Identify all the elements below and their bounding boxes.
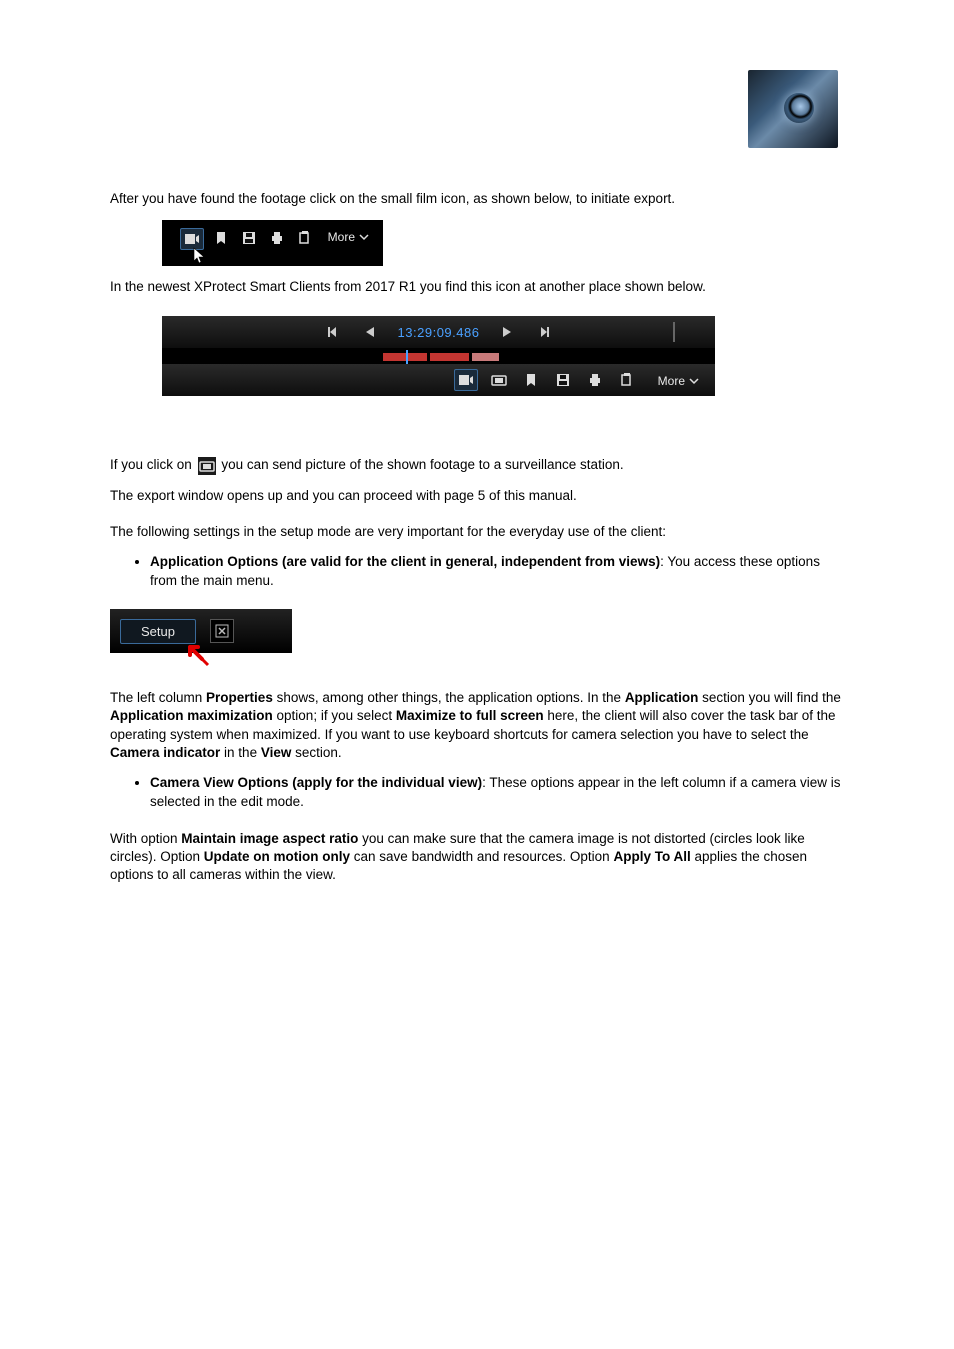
timeline-row[interactable] [162, 350, 715, 364]
li2-strong: Camera View Options (apply for the indiv… [150, 775, 482, 790]
paragraph-export-intro: After you have found the footage click o… [110, 190, 844, 208]
more-label-text-large: More [658, 374, 685, 388]
logo-image [748, 70, 838, 148]
save-icon-large[interactable] [552, 370, 574, 390]
setup-figure: Setup [110, 609, 292, 653]
paragraph-important-settings: The following settings in the setup mode… [110, 523, 844, 541]
p7b: Maintain image aspect ratio [181, 831, 358, 846]
more-label-text: More [328, 230, 355, 244]
red-arrow-icon [186, 643, 216, 673]
step-forward-icon[interactable] [535, 326, 549, 338]
p3-part1: If you click on [110, 457, 192, 472]
inline-send-picture-icon [198, 457, 216, 475]
p6k: in the [220, 745, 261, 760]
timeline-segment-2 [430, 353, 469, 361]
p6g: option; if you select [273, 708, 396, 723]
timeline-playhead[interactable] [406, 350, 408, 364]
step-back-icon[interactable] [328, 326, 342, 338]
save-icon[interactable] [238, 228, 260, 248]
film-export-icon[interactable] [180, 228, 204, 250]
paragraph-newest-client: In the newest XProtect Smart Clients fro… [110, 278, 844, 296]
play-back-icon[interactable] [364, 326, 376, 338]
print-icon-large[interactable] [584, 370, 606, 390]
p6m: section. [291, 745, 341, 760]
paragraph-aspect-ratio: With option Maintain image aspect ratio … [110, 830, 844, 885]
playback-bar-figure: 13:29:09.486 [162, 316, 715, 396]
copy-icon-large[interactable] [616, 370, 638, 390]
timeline-segment-1 [383, 353, 427, 361]
p7f: Apply To All [613, 849, 690, 864]
p6l: View [261, 745, 292, 760]
li1-strong: Application Options (are valid for the c… [150, 554, 660, 569]
p6f: Application maximization [110, 708, 273, 723]
copy-icon[interactable] [294, 228, 316, 248]
playback-controls-row: 13:29:09.486 [162, 316, 715, 350]
paragraph-export-window: The export window opens up and you can p… [110, 487, 844, 505]
p6h: Maximize to full screen [396, 708, 544, 723]
p3-part2: you can send picture of the shown footag… [221, 457, 623, 472]
p7a: With option [110, 831, 181, 846]
right-tick-mark [673, 322, 675, 342]
p6c: shows, among other things, the applicati… [273, 690, 625, 705]
close-button[interactable] [210, 619, 234, 643]
p6j: Camera indicator [110, 745, 220, 760]
setup-button[interactable]: Setup [120, 619, 196, 644]
bullet-camera-view-options: Camera View Options (apply for the indiv… [150, 774, 844, 812]
bookmark-icon[interactable] [210, 228, 232, 248]
playback-toolbar-row: More [162, 364, 715, 396]
paragraph-send-picture: If you click on you can send picture of … [110, 456, 844, 474]
more-button-small[interactable]: More [328, 228, 373, 244]
play-forward-icon[interactable] [501, 326, 513, 338]
p6b: Properties [206, 690, 273, 705]
p7d: Update on motion only [204, 849, 350, 864]
film-export-icon-large[interactable] [454, 369, 478, 391]
paragraph-properties: The left column Properties shows, among … [110, 689, 844, 762]
timeline-segment-3 [472, 353, 500, 361]
print-icon[interactable] [266, 228, 288, 248]
playback-time: 13:29:09.486 [398, 325, 480, 340]
toolbar-small-figure: More [162, 220, 383, 266]
p6d: Application [625, 690, 699, 705]
bullet-application-options: Application Options (are valid for the c… [150, 553, 844, 591]
p6e: section you will find the [698, 690, 841, 705]
p7e: can save bandwidth and resources. Option [350, 849, 613, 864]
more-button-large[interactable]: More [658, 372, 703, 388]
p6a: The left column [110, 690, 206, 705]
bookmark-icon-large[interactable] [520, 370, 542, 390]
send-picture-icon[interactable] [488, 370, 510, 390]
